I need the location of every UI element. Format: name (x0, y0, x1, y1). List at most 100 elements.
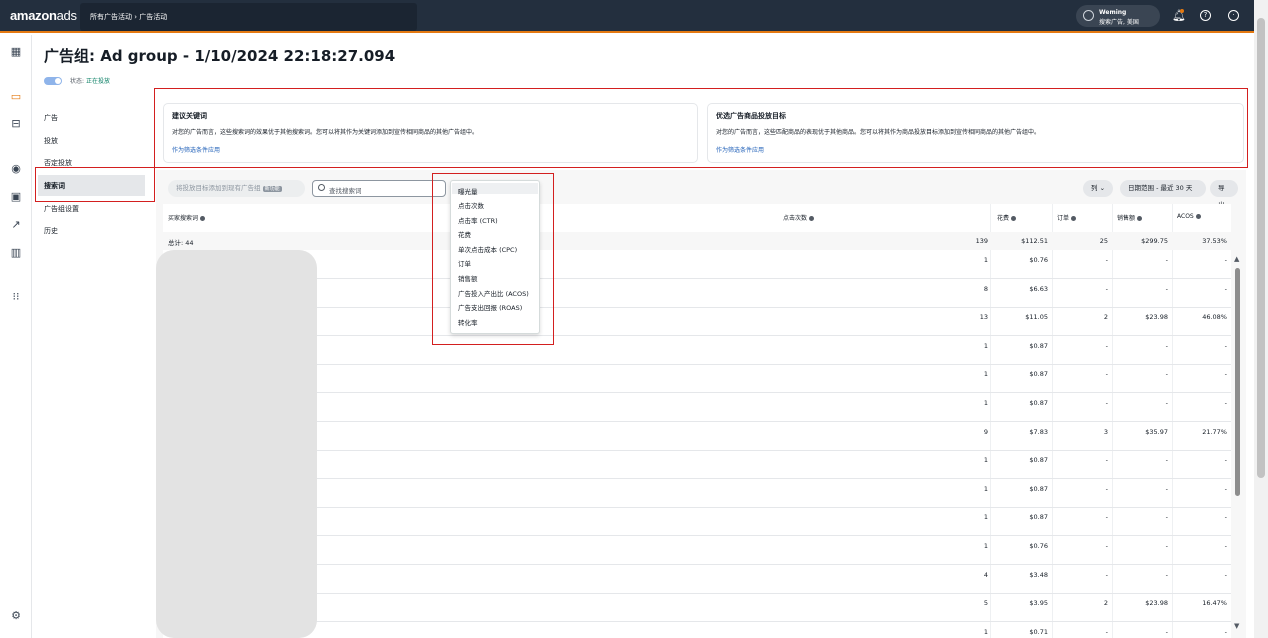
info-icon[interactable] (809, 216, 815, 221)
info-icon[interactable] (1011, 216, 1017, 221)
page-scrollbar-thumb[interactable] (1257, 18, 1265, 478)
table-row[interactable] (163, 306, 1231, 308)
header-acos[interactable]: ACOS (1177, 213, 1201, 220)
row-orders: - (1105, 399, 1108, 407)
row-sales: - (1165, 284, 1168, 293)
info-icon[interactable] (1071, 216, 1077, 221)
row-spend: $0.87 (1029, 399, 1048, 407)
row-sales: $23.98 (1145, 599, 1168, 608)
profile-icon[interactable]: · (1228, 10, 1239, 21)
columns-button[interactable]: 列 ⌄ (1083, 180, 1113, 197)
row-spend: $11.05 (1025, 313, 1048, 322)
row-orders: - (1105, 570, 1108, 579)
subnav-ad-group-settings[interactable]: 广告组设置 (44, 204, 79, 214)
table-row[interactable] (163, 278, 1231, 279)
row-orders: - (1105, 456, 1108, 465)
row-orders: - (1105, 627, 1108, 636)
scroll-down-icon[interactable]: ▼ (1234, 622, 1239, 630)
row-orders: - (1105, 370, 1108, 379)
apps-icon[interactable]: ⁝⁝ (9, 290, 23, 304)
add-targets-button[interactable]: 将投放目标添加到现有广告组 新功能 (168, 180, 305, 197)
total-sales: $299.75 (1141, 237, 1168, 245)
globe-icon (1083, 10, 1094, 21)
row-spend: $7.83 (1029, 427, 1048, 436)
trend-icon[interactable]: ↗ (9, 218, 23, 232)
row-clicks: 1 (983, 542, 988, 550)
table-scrollbar-thumb[interactable] (1235, 268, 1240, 496)
row-sales: $35.97 (1145, 427, 1168, 436)
table-row[interactable] (163, 392, 1231, 394)
export-button[interactable]: 导出 (1210, 180, 1238, 209)
table-row[interactable] (163, 421, 1231, 422)
top-bar: amazonads 所有广告活动 › 广告活动 Weming 搜索广告, 美国 … (0, 0, 1254, 33)
table-row[interactable] (163, 449, 1231, 451)
row-acos: - (1224, 513, 1227, 522)
help-icon[interactable]: ? (1200, 10, 1211, 21)
grid-icon[interactable]: ▦ (9, 45, 23, 59)
row-spend: $0.87 (1029, 484, 1048, 493)
settings-icon[interactable]: ⚙ (9, 609, 23, 623)
info-icon[interactable] (1195, 214, 1201, 219)
row-acos: - (1224, 627, 1227, 636)
header-clicks[interactable]: 点击次数 (783, 213, 815, 222)
table-row[interactable] (163, 535, 1231, 537)
total-clicks: 139 (975, 237, 988, 245)
status-toggle[interactable] (44, 77, 62, 85)
breadcrumb[interactable]: 所有广告活动 › 广告活动 (90, 12, 167, 22)
row-sales: - (1165, 627, 1168, 636)
header-orders[interactable]: 订单 (1057, 213, 1077, 222)
page-title: 广告组: Ad group - 1/10/2024 22:18:27.094 (44, 47, 396, 65)
table-row[interactable] (163, 363, 1231, 365)
row-orders: 2 (1103, 313, 1108, 322)
highlight-box-search-terms-tab (35, 167, 155, 202)
header-search-term[interactable]: 买家搜索词 (168, 213, 206, 222)
row-orders: - (1105, 542, 1108, 550)
table-row[interactable] (163, 506, 1231, 508)
bar-chart-icon[interactable]: ▥ (9, 246, 23, 260)
row-spend: $0.87 (1029, 456, 1048, 465)
info-icon[interactable] (1137, 216, 1143, 221)
subnav-history[interactable]: 历史 (44, 226, 58, 236)
row-sales: - (1165, 484, 1168, 493)
table-row[interactable] (163, 592, 1231, 594)
row-clicks: 1 (983, 627, 988, 636)
notification-dot (1180, 9, 1184, 13)
table-row[interactable] (163, 478, 1231, 480)
toggle-icon[interactable]: ⊟ (9, 117, 23, 131)
row-acos: - (1224, 341, 1227, 350)
subnav-targeting[interactable]: 投放 (44, 136, 58, 146)
table-row[interactable] (163, 335, 1231, 337)
status-text: 状态: 正在投放 (70, 78, 110, 85)
row-sales: - (1165, 370, 1168, 379)
row-clicks: 1 (983, 513, 988, 522)
row-acos: - (1224, 284, 1227, 293)
row-spend: $0.87 (1029, 370, 1048, 379)
info-icon[interactable] (200, 216, 206, 221)
row-acos: 16.47% (1202, 599, 1227, 608)
row-clicks: 8 (983, 284, 988, 293)
row-acos: - (1224, 370, 1227, 379)
shield-icon[interactable]: ◉ (9, 162, 23, 176)
row-sales: - (1165, 256, 1168, 264)
row-clicks: 1 (983, 484, 988, 493)
header-spend[interactable]: 花费 (997, 213, 1017, 222)
row-spend: $3.48 (1029, 570, 1048, 579)
search-icon (318, 184, 325, 191)
row-spend: $6.63 (1029, 284, 1048, 293)
row-orders: - (1105, 256, 1108, 264)
subnav-ads[interactable]: 广告 (44, 113, 58, 123)
media-icon[interactable]: ▣ (9, 190, 23, 204)
row-spend: $0.76 (1029, 542, 1048, 550)
row-sales: - (1165, 341, 1168, 350)
scroll-up-icon[interactable]: ▲ (1234, 255, 1239, 263)
header-sales[interactable]: 销售额 (1117, 213, 1143, 222)
table-row[interactable] (163, 621, 1231, 623)
date-range-button[interactable]: 日期范围 - 最近 30 天 (1120, 180, 1206, 197)
search-input[interactable]: 查找搜索词 (312, 180, 446, 197)
account-switcher[interactable]: Weming 搜索广告, 美国 (1076, 5, 1160, 27)
row-spend: $0.76 (1029, 256, 1048, 264)
row-clicks: 5 (983, 599, 988, 608)
campaign-icon[interactable]: ▭ (9, 90, 23, 104)
amazon-ads-logo[interactable]: amazonads (10, 8, 77, 23)
table-row[interactable] (163, 564, 1231, 565)
